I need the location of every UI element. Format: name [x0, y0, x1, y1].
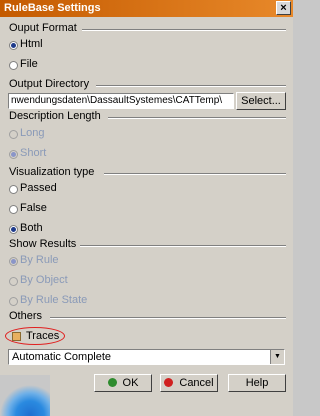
section-divider	[80, 245, 286, 247]
title-bar: RuleBase Settings ×	[0, 0, 293, 17]
output-directory-field[interactable]: nwendungsdaten\DassaultSystemes\CATTemp\	[8, 93, 234, 109]
by-object-option-label: By Object	[20, 274, 68, 286]
passed-option-label: Passed	[20, 182, 57, 194]
window-title: RuleBase Settings	[4, 2, 101, 14]
ok-button[interactable]: OK	[94, 374, 152, 392]
traces-label: Traces	[26, 330, 60, 342]
show-results-label: Show Results	[9, 238, 77, 250]
by-rule-radio[interactable]	[9, 257, 18, 266]
section-divider	[104, 173, 286, 175]
output-directory-label: Output Directory	[9, 78, 90, 90]
false-option-label: False	[20, 202, 47, 214]
output-format-label: Ouput Format	[9, 22, 77, 34]
by-rule-option-label: By Rule	[20, 254, 59, 266]
by-object-radio[interactable]	[9, 277, 18, 286]
section-divider	[108, 117, 286, 119]
trace-mode-value: Automatic Complete	[12, 351, 112, 363]
cancel-label: Cancel	[179, 377, 214, 389]
html-radio[interactable]	[9, 41, 18, 50]
both-radio[interactable]	[9, 225, 18, 234]
html-option-label: Html	[20, 38, 43, 50]
file-option-label: File	[20, 58, 38, 70]
section-divider	[96, 85, 286, 87]
ok-icon	[107, 378, 117, 387]
file-radio[interactable]	[9, 61, 18, 70]
both-option-label: Both	[20, 222, 43, 234]
close-button[interactable]: ×	[276, 1, 291, 15]
traces-checkbox[interactable]	[12, 332, 21, 341]
help-button[interactable]: Help	[228, 374, 286, 392]
false-radio[interactable]	[9, 205, 18, 214]
section-divider	[50, 317, 286, 319]
long-option-label: Long	[20, 127, 45, 139]
cancel-button[interactable]: Cancel	[160, 374, 218, 392]
others-label: Others	[9, 310, 43, 322]
long-radio[interactable]	[9, 130, 18, 139]
by-rule-state-option-label: By Rule State	[20, 294, 88, 306]
visualization-type-label: Visualization type	[9, 166, 95, 178]
cancel-icon	[164, 378, 174, 387]
short-option-label: Short	[20, 147, 47, 159]
section-divider	[82, 29, 286, 31]
select-directory-button[interactable]: Select...	[236, 92, 286, 110]
description-length-label: Description Length	[9, 110, 101, 122]
by-rule-state-radio[interactable]	[9, 297, 18, 306]
short-radio[interactable]	[9, 150, 18, 159]
ok-label: OK	[122, 377, 139, 389]
trace-mode-select[interactable]: Automatic Complete ▼	[8, 349, 285, 365]
chevron-down-icon[interactable]: ▼	[270, 350, 284, 364]
decorative-graphic	[0, 375, 50, 416]
passed-radio[interactable]	[9, 185, 18, 194]
